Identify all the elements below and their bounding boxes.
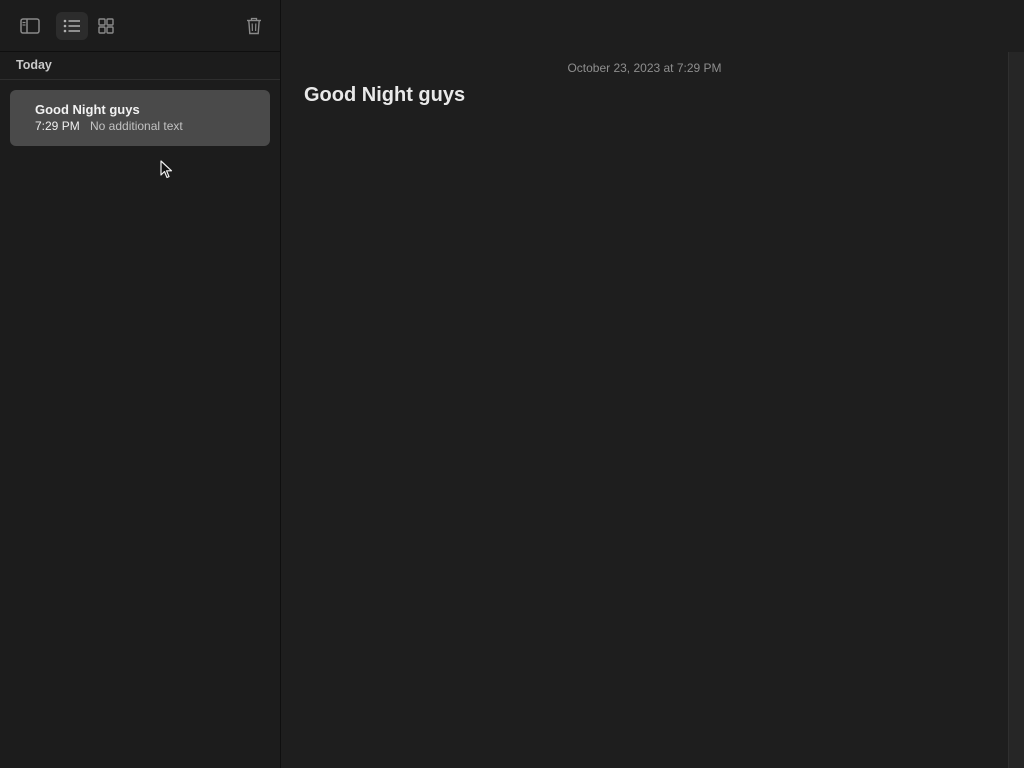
gallery-view-icon bbox=[98, 18, 114, 34]
delete-button[interactable] bbox=[238, 12, 270, 40]
sidebar-toggle-button[interactable] bbox=[14, 12, 46, 40]
sidebar-toolbar bbox=[0, 0, 280, 52]
notes-list-sidebar: Today Good Night guys 7:29 PM No additio… bbox=[0, 0, 281, 768]
note-date: October 23, 2023 at 7:29 PM bbox=[567, 61, 722, 75]
scrollbar[interactable] bbox=[1008, 52, 1024, 768]
sidebar-toggle-icon bbox=[20, 18, 40, 34]
note-item-time: 7:29 PM bbox=[35, 119, 80, 133]
gallery-view-button[interactable] bbox=[90, 12, 122, 40]
list-view-button[interactable] bbox=[56, 12, 88, 40]
note-list-item[interactable]: Good Night guys 7:29 PM No additional te… bbox=[10, 90, 270, 146]
section-divider bbox=[0, 79, 280, 80]
note-item-title: Good Night guys bbox=[35, 102, 140, 117]
list-view-icon bbox=[63, 19, 80, 33]
note-editor: October 23, 2023 at 7:29 PM Good Night g… bbox=[281, 0, 1024, 768]
mouse-pointer-icon bbox=[160, 160, 174, 185]
section-header-today: Today bbox=[16, 58, 52, 72]
note-item-preview: No additional text bbox=[90, 119, 183, 133]
trash-icon bbox=[247, 17, 261, 35]
note-body-title[interactable]: Good Night guys bbox=[304, 84, 465, 107]
